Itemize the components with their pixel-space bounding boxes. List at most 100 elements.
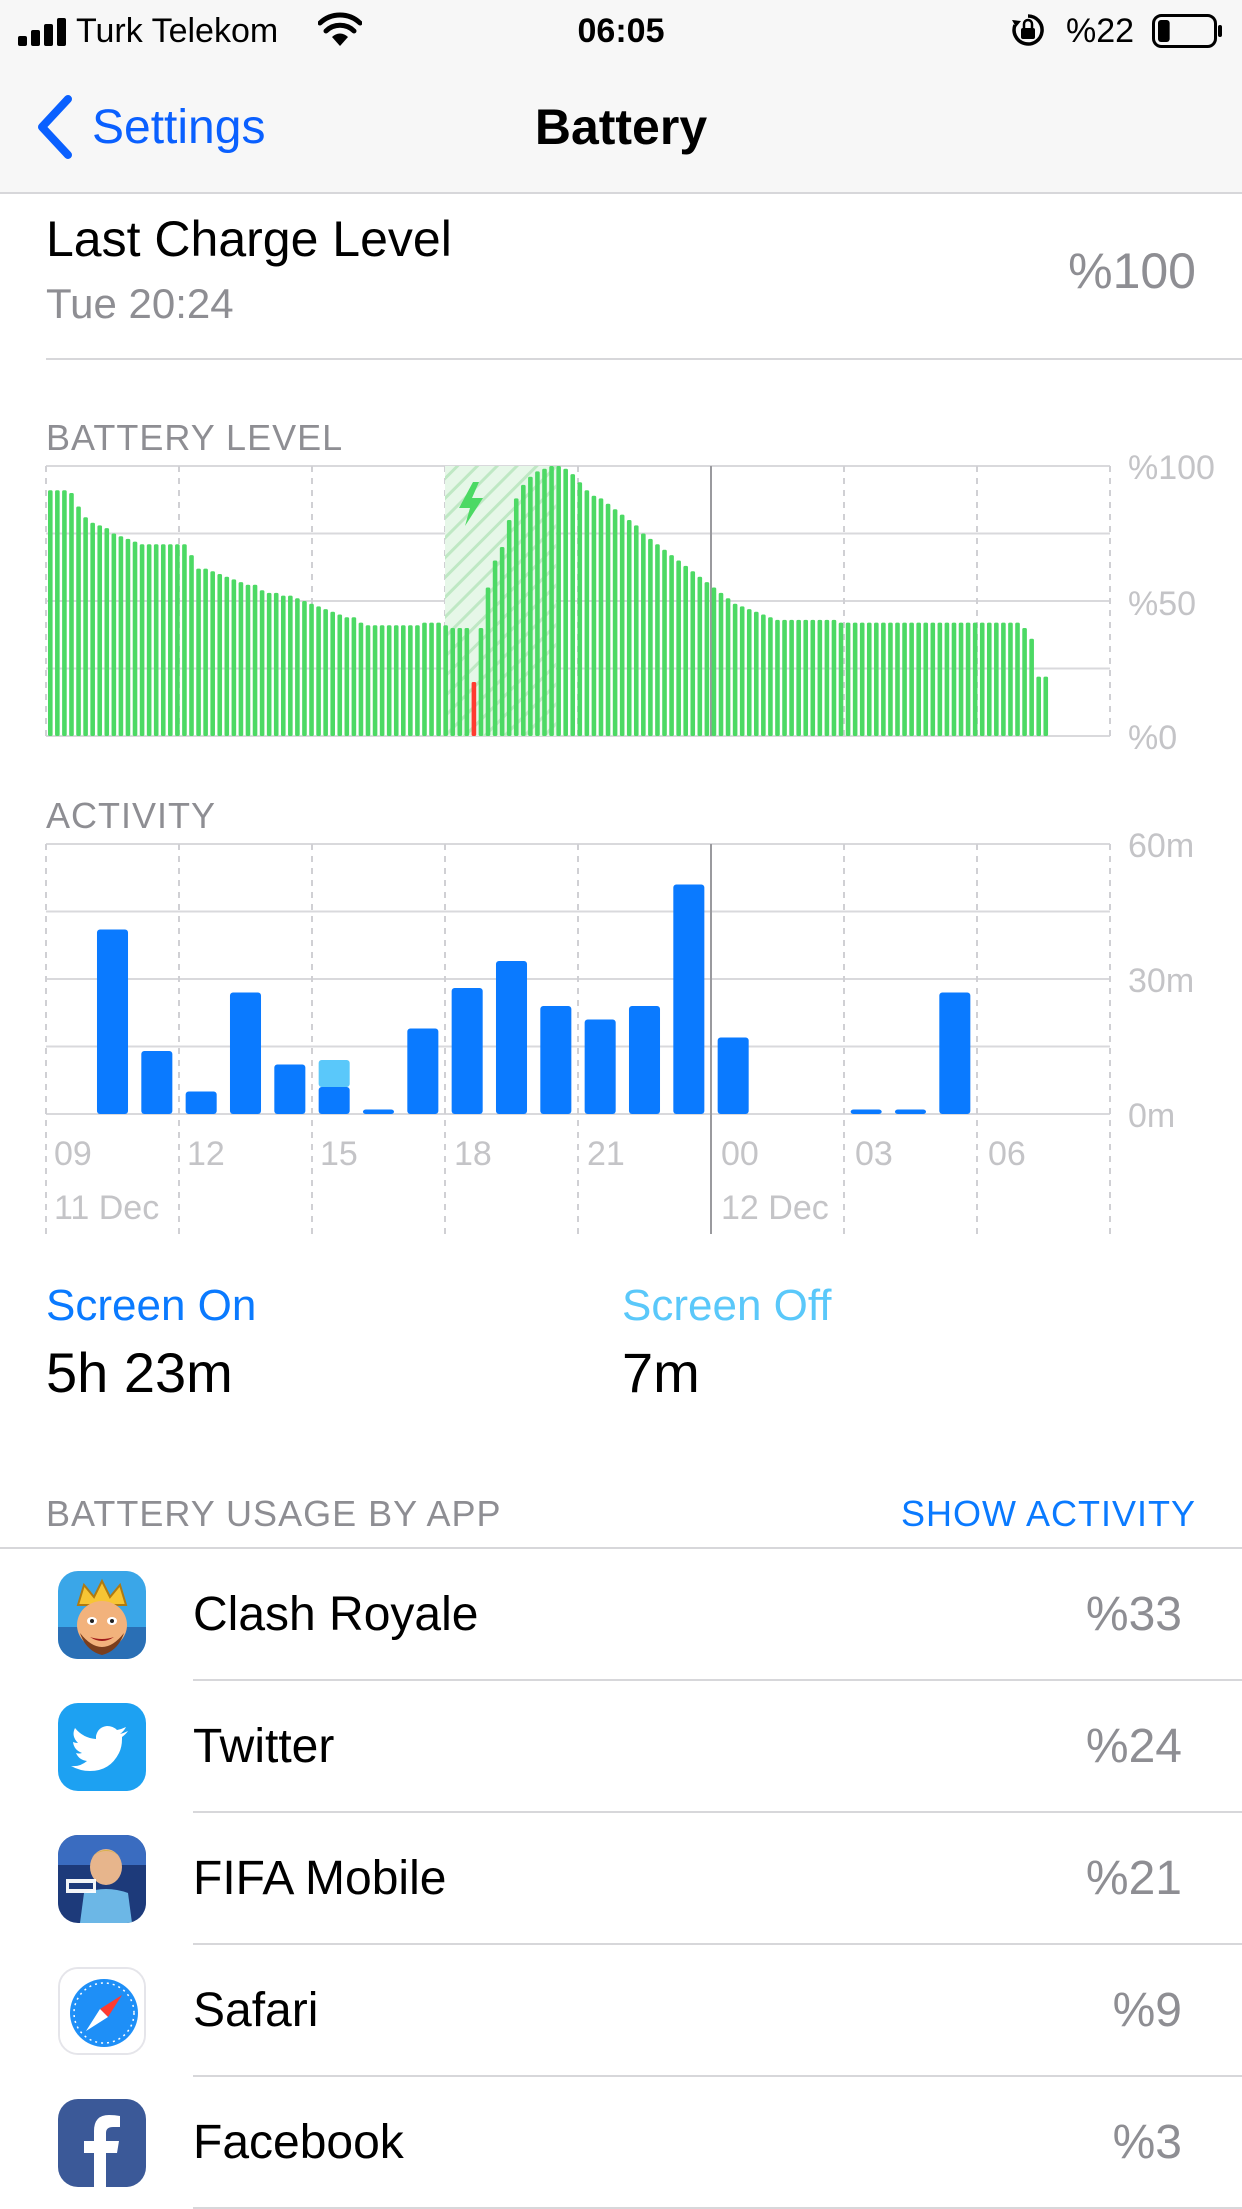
battery-bar (189, 555, 194, 736)
show-activity-button[interactable]: SHOW ACTIVITY (901, 1490, 1196, 1538)
battery-bar (309, 603, 314, 736)
battery-bar (1001, 622, 1006, 736)
navigation-bar: Settings Battery (0, 64, 1242, 194)
battery-bar (542, 468, 547, 736)
battery-bar (252, 584, 258, 736)
battery-bar (422, 622, 427, 736)
battery-bar (775, 619, 780, 736)
last-charge-time: Tue 20:24 (46, 280, 234, 327)
app-percent: %24 (1085, 1720, 1182, 1773)
battery-bar (266, 592, 272, 736)
battery-bar (662, 549, 667, 736)
app-name: FIFA Mobile (193, 1852, 447, 1905)
battery-bar (789, 619, 794, 736)
battery-bar (605, 503, 611, 736)
battery-level-chart (45, 465, 1111, 737)
battery-percent: %22 (1066, 12, 1135, 50)
battery-bar (365, 625, 371, 736)
screen-on-value: 5h 23m (46, 1341, 233, 1404)
battery-bar (203, 568, 208, 736)
battery-bar (888, 622, 893, 736)
battery-bar (803, 619, 809, 736)
battery-bar (845, 622, 851, 736)
app-row-fifa-mobile[interactable]: FIFA Mobile %21 (0, 1813, 1242, 1945)
app-row-facebook[interactable]: Facebook %3 (0, 2077, 1242, 2209)
battery-bar (937, 622, 943, 736)
battery-bar (810, 619, 816, 736)
divider (46, 358, 1242, 360)
battery-bar (535, 471, 540, 736)
battery-bar (895, 622, 900, 736)
app-row-clash-royale[interactable]: Clash Royale %33 (0, 1549, 1242, 1681)
battery-bar (323, 609, 328, 736)
screen-on-bar (318, 1087, 350, 1114)
battery-level-label: BATTERY LEVEL (46, 417, 344, 458)
last-charge-title: Last Charge Level (46, 211, 452, 267)
clock: 06:05 (577, 12, 665, 50)
battery-bar (704, 582, 710, 736)
battery-bar (132, 541, 138, 736)
battery-bar (697, 576, 703, 736)
screen-on-bar (540, 1006, 572, 1114)
screen-on-bar (451, 988, 483, 1114)
battery-bar (182, 544, 187, 736)
screen-off-bar (318, 1060, 350, 1087)
battery-bar (358, 622, 364, 736)
battery-bar (457, 628, 463, 736)
battery-bar (55, 490, 60, 736)
activity-label: ACTIVITY (46, 795, 217, 836)
battery-bar (499, 547, 505, 736)
battery-bar (838, 622, 844, 736)
battery-bar (1036, 676, 1041, 736)
screen-on-bar (229, 992, 262, 1114)
screen-on-bar (673, 884, 705, 1114)
app-row-twitter[interactable]: Twitter %24 (0, 1681, 1242, 1813)
battery-bar (619, 514, 625, 736)
battery-bar (902, 622, 907, 736)
usage-header-row: BATTERY USAGE BY APP SHOW ACTIVITY (0, 1480, 1242, 1550)
date-label-11-dec: 11 Dec (54, 1189, 160, 1227)
screen-on-bar (628, 1006, 661, 1114)
battery-bar (626, 520, 632, 736)
battery-bar (401, 625, 406, 736)
battery-bar (238, 582, 244, 736)
battery-bar (231, 579, 237, 736)
battery-bar (196, 568, 201, 736)
x-label-12: 12 (187, 1135, 225, 1173)
battery-bar (1015, 622, 1020, 736)
battery-bar (676, 560, 681, 736)
battery-bar (259, 590, 265, 736)
battery-bar (909, 622, 914, 736)
screen-on-label: Screen On (46, 1281, 257, 1330)
app-name: Twitter (193, 1720, 335, 1773)
battery-bar (83, 517, 88, 736)
battery-bar (761, 614, 766, 736)
battery-bar (732, 603, 738, 736)
x-label-06: 06 (988, 1135, 1026, 1173)
app-name: Facebook (193, 2116, 404, 2169)
screen-on-bar (584, 1019, 616, 1114)
battery-bar (994, 622, 999, 736)
battery-bar (160, 544, 166, 736)
screen-on-bar (717, 1037, 749, 1114)
battery-bar (415, 625, 420, 736)
battery-bar (916, 622, 921, 736)
battery-bar (521, 484, 526, 736)
battery-bar (817, 619, 823, 736)
battery-bar (76, 506, 81, 736)
battery-bar (429, 622, 434, 736)
app-row-safari[interactable]: Safari %9 (0, 1945, 1242, 2077)
battery-bar (295, 598, 300, 736)
battery-bar (478, 628, 484, 736)
twitter-icon (58, 1703, 146, 1791)
battery-bar (739, 606, 745, 736)
battery-bar (528, 476, 533, 736)
battery-bar (1008, 622, 1013, 736)
screen-on-bar (850, 1109, 882, 1114)
battery-bar (754, 611, 759, 736)
battery-bar (280, 595, 286, 736)
app-percent: %9 (1112, 1984, 1182, 2037)
battery-bar (245, 584, 251, 736)
battery-bar (175, 544, 180, 736)
battery-bar (986, 622, 992, 736)
